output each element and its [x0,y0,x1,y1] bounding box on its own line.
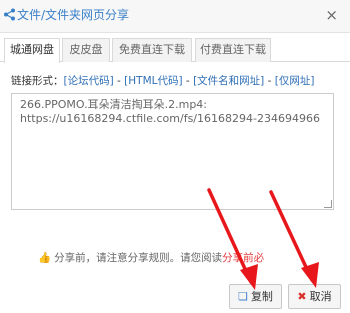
link-format-label: 链接形式： [11,75,64,87]
separator: - [264,75,275,87]
separator: - [182,75,194,87]
cancel-button-label: 取消 [309,290,332,303]
share-tabs: 城通网盘 皮皮盘 免费直连下载 付费直连下载 [0,33,350,63]
thumbs-up-icon: 👍 [38,252,52,264]
share-url-line: https://u16168294.ctfile.com/fs/16168294… [20,112,320,125]
copy-icon: ❏ [238,290,248,303]
x-icon: ✖ [297,290,307,303]
tab-free-direct-download[interactable]: 免费直连下载 [112,38,192,62]
share-rules-link[interactable]: 分享前必 [222,252,264,264]
share-icon [4,8,15,21]
link-option-html-code[interactable]: [HTML代码] [124,75,182,87]
separator: - [113,75,125,87]
link-option-forum-code[interactable]: [论坛代码] [64,75,114,87]
copy-button-label: 复制 [250,290,273,303]
link-format-row: 链接形式：[论坛代码] - [HTML代码] - [文件名和网址] - [仅网址… [11,73,314,88]
share-notice: 👍 分享前，请注意分享规则。请您阅读分享前必 [38,250,264,265]
dialog-titlebar: 文件/文件夹网页分享 × [0,0,350,33]
copy-button[interactable]: ❏ 复制 [229,284,282,309]
tab-pipipan[interactable]: 皮皮盘 [62,38,110,62]
share-filename-line: 266.PPOMO.耳朵清洁掏耳朵.2.mp4: [20,98,208,111]
share-text-area[interactable]: 266.PPOMO.耳朵清洁掏耳朵.2.mp4: https://u161682… [11,93,334,210]
tab-ctfile[interactable]: 城通网盘 [4,38,60,63]
dialog-title: 文件/文件夹网页分享 [17,8,130,22]
link-option-filename-url[interactable]: [文件名和网址] [193,75,264,87]
cancel-button[interactable]: ✖ 取消 [288,284,341,309]
notice-text: 分享前，请注意分享规则。请您阅读 [54,252,223,264]
close-icon[interactable]: × [325,6,338,24]
tab-paid-direct-download[interactable]: 付费直连下载 [195,38,271,62]
link-option-url-only[interactable]: [仅网址] [275,75,315,87]
resize-grip-icon[interactable] [324,200,332,208]
